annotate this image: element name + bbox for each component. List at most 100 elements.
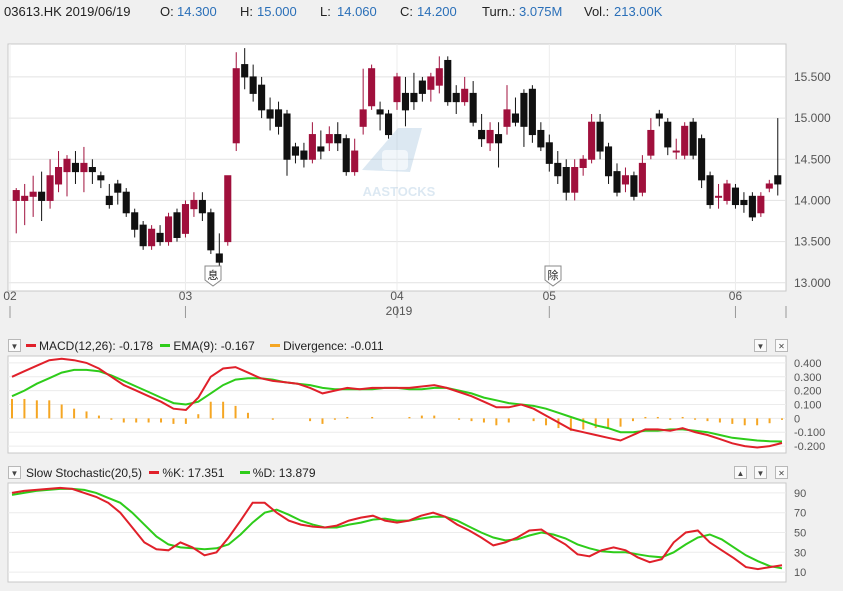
- macd-minimize-button[interactable]: ▼: [754, 339, 767, 352]
- candle-body: [148, 228, 156, 247]
- candle-body: [579, 158, 587, 168]
- candle-body: [198, 199, 206, 214]
- candle-body: [207, 212, 215, 251]
- stoch-collapse-button[interactable]: ▼: [8, 466, 21, 479]
- candle-body: [181, 204, 190, 234]
- candle-body: [638, 162, 646, 193]
- candle-body: [249, 76, 257, 94]
- candle-body: [664, 121, 672, 148]
- candle-body: [190, 199, 198, 210]
- macd-y-tick-label: 0.300: [794, 372, 822, 384]
- candle-body: [630, 175, 638, 197]
- price-y-tick-label: 13.500: [794, 235, 831, 249]
- candle-body: [545, 142, 553, 164]
- divergence-swatch: [270, 344, 281, 348]
- candle-body: [503, 109, 511, 127]
- candle: [757, 192, 765, 217]
- price-y-tick-label: 15.500: [794, 70, 831, 84]
- candle-body: [122, 191, 130, 214]
- candle-body: [21, 195, 29, 201]
- candle-body: [342, 138, 350, 173]
- candle: [731, 183, 740, 209]
- macd-y-tick-label: 0.400: [794, 358, 822, 370]
- candle-body: [571, 167, 579, 193]
- candle-body: [71, 162, 80, 173]
- candle-body: [613, 171, 621, 193]
- stoch-move-down-button[interactable]: ▼: [754, 466, 767, 479]
- candle-body: [46, 175, 54, 201]
- candle: [224, 175, 232, 246]
- stoch-move-up-button[interactable]: ▲: [734, 466, 747, 479]
- macd-close-button[interactable]: ✕: [775, 339, 788, 352]
- candle: [207, 208, 215, 254]
- candle-body: [38, 191, 46, 201]
- candle-body: [384, 113, 393, 136]
- price-y-ticks: 15.500 15.000 14.500 14.000 13.500 13.000: [794, 70, 831, 290]
- candle: [342, 134, 350, 176]
- candle-body: [334, 134, 342, 144]
- macd-legend-label: MACD(12,26): -0.178: [39, 339, 154, 353]
- macd-y-tick-label: -0.200: [794, 441, 825, 453]
- candle: [148, 225, 156, 250]
- month-tick-label: 05: [543, 289, 557, 303]
- candle-body: [494, 134, 503, 144]
- candle-body: [647, 129, 655, 156]
- candle-body: [486, 129, 494, 144]
- candle-body: [706, 175, 714, 206]
- price-y-tick-label: 15.000: [794, 111, 831, 125]
- candle-body: [274, 109, 283, 127]
- candle-body: [418, 80, 426, 94]
- divergence-legend-label: Divergence: -0.011: [283, 339, 384, 353]
- candle-body: [139, 224, 147, 247]
- candle: [528, 85, 536, 143]
- candle-body: [241, 64, 249, 78]
- candle: [444, 56, 452, 106]
- candle-body: [672, 150, 680, 153]
- candle-body: [689, 121, 697, 156]
- k-swatch: [149, 471, 160, 475]
- macd-collapse-button[interactable]: ▼: [8, 339, 21, 352]
- candle: [384, 109, 393, 139]
- candle: [630, 171, 638, 201]
- macd-y-tick-label: -0.100: [794, 427, 825, 439]
- candle: [723, 179, 731, 205]
- month-tick-label: 03: [179, 289, 193, 303]
- candle-body: [325, 134, 333, 144]
- macd-swatch: [26, 344, 36, 348]
- candle-body: [156, 232, 164, 243]
- candle-body: [12, 190, 20, 201]
- candle-body: [596, 121, 604, 152]
- candle-body: [511, 113, 520, 123]
- k-legend-label: %K: 17.351: [162, 466, 225, 480]
- d-legend-label: %D: 13.879: [252, 466, 316, 480]
- watermark-text: AASTOCKS: [363, 184, 436, 199]
- event-marker-2-label: 除: [548, 268, 559, 282]
- candle-body: [748, 195, 756, 218]
- ema-swatch: [160, 344, 171, 348]
- macd-y-tick-label: 0: [794, 413, 800, 425]
- candle-body: [29, 191, 37, 197]
- stoch-legend: Slow Stochastic(20,5) %K: 17.351 %D: 13.…: [26, 466, 316, 480]
- candle-body: [266, 109, 274, 119]
- month-tick-label: 04: [390, 289, 404, 303]
- candle-body: [452, 92, 460, 103]
- candle: [139, 221, 147, 250]
- candle-body: [88, 167, 96, 173]
- candle-body: [300, 150, 308, 160]
- price-y-tick-label: 14.500: [794, 152, 831, 166]
- stoch-close-button[interactable]: ✕: [775, 466, 788, 479]
- candle-body: [131, 212, 139, 230]
- candle-body: [444, 59, 452, 103]
- candle-body: [351, 150, 359, 173]
- stoch-y-ticks: 90 70 50 30 10: [794, 488, 806, 579]
- candle-body: [97, 175, 105, 181]
- candle-body: [114, 183, 122, 193]
- candle: [706, 171, 714, 209]
- stoch-y-tick-label: 90: [794, 488, 806, 500]
- candle: [748, 192, 756, 222]
- macd-y-ticks: 0.400 0.300 0.200 0.1000 -0.100 -0.200: [794, 358, 825, 453]
- candle-body: [308, 134, 316, 160]
- candle-body: [359, 109, 367, 127]
- candle-body: [291, 146, 300, 156]
- candle: [164, 212, 173, 246]
